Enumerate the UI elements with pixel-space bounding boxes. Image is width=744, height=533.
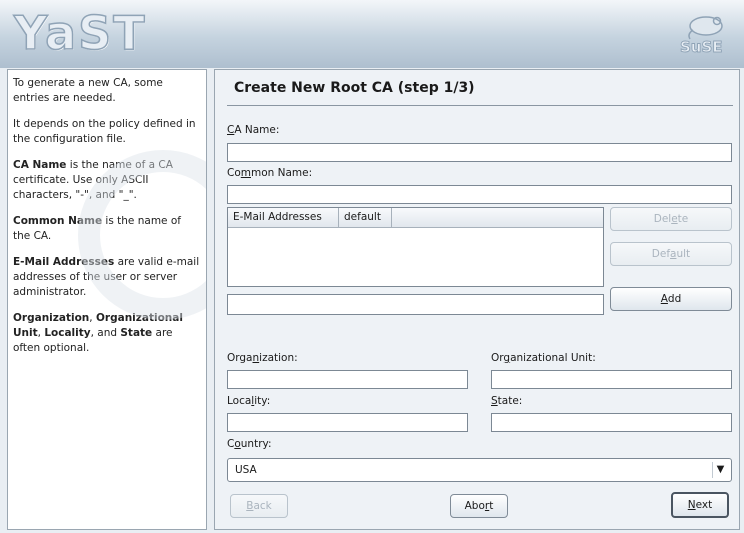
country-selected-value: USA	[235, 464, 257, 476]
state-input[interactable]	[491, 413, 732, 432]
state-label: State:	[491, 395, 523, 407]
common-name-input[interactable]	[227, 185, 732, 204]
svg-text:SuSE: SuSE	[680, 38, 723, 56]
dialog-panel: Create New Root CA (step 1/3) CA Name: C…	[214, 69, 740, 530]
header-banner: YaST SuSE	[0, 0, 744, 68]
suse-logo: SuSE	[676, 12, 732, 56]
help-paragraph: It depends on the policy defined in the …	[13, 118, 196, 145]
column-header-default[interactable]: default	[339, 208, 392, 227]
ca-name-label: CA Name:	[227, 124, 280, 136]
add-button[interactable]: Add	[610, 287, 732, 311]
locality-label: Locality:	[227, 395, 271, 407]
organization-input[interactable]	[227, 370, 468, 389]
help-panel: To generate a new CA, some entries are n…	[7, 69, 207, 530]
title-divider	[227, 105, 733, 106]
locality-input[interactable]	[227, 413, 468, 432]
next-button[interactable]: Next	[671, 492, 729, 518]
country-label: Country:	[227, 438, 272, 450]
abort-button[interactable]: Abo r t	[450, 494, 508, 518]
yast-logo: YaST	[13, 5, 147, 61]
organization-label: Organization:	[227, 352, 298, 364]
help-paragraph: CA Name is the name of a CA certificate.…	[13, 159, 173, 201]
delete-button[interactable]: Del e te	[610, 207, 732, 231]
help-paragraph: Common Name is the name of the CA.	[13, 215, 181, 242]
email-table[interactable]: E-Mail Addresses default	[227, 207, 604, 287]
back-button[interactable]: Back	[230, 494, 288, 518]
common-name-label: Common Name:	[227, 167, 313, 179]
org-unit-input[interactable]	[491, 370, 732, 389]
email-input[interactable]	[227, 294, 604, 315]
email-table-header: E-Mail Addresses default	[228, 208, 603, 228]
column-header-email[interactable]: E-Mail Addresses	[228, 208, 339, 227]
default-button[interactable]: Def a ult	[610, 242, 732, 266]
help-paragraph: E-Mail Addresses are valid e-mail addres…	[13, 256, 200, 298]
country-select[interactable]: USA ▼	[227, 458, 732, 482]
ca-name-input[interactable]	[227, 143, 732, 162]
org-unit-label: Organizational Unit:	[491, 352, 596, 364]
dropdown-arrow-icon[interactable]: ▼	[712, 462, 728, 478]
help-paragraph: Organization, Organizational Unit, Local…	[13, 312, 183, 354]
help-paragraph: To generate a new CA, some entries are n…	[13, 77, 163, 104]
dialog-title: Create New Root CA (step 1/3)	[234, 80, 475, 96]
